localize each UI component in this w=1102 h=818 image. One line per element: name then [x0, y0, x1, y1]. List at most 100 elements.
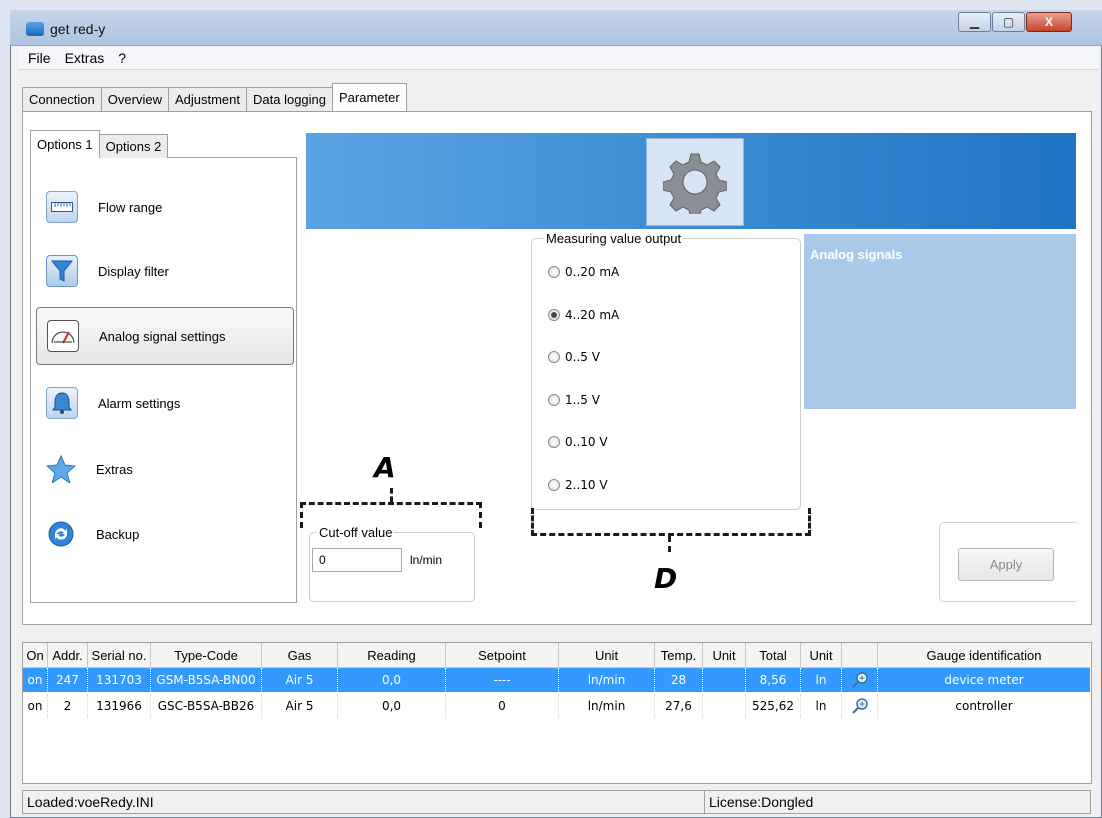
cell-gas: Air 5 — [262, 668, 338, 692]
cell-setpoint: 0 — [446, 694, 559, 718]
annotation-a-label: A — [374, 451, 396, 484]
col-gauge-id[interactable]: Gauge identification — [878, 643, 1090, 667]
cell-unit: ln/min — [559, 668, 655, 692]
cell-temp-unit — [703, 668, 746, 692]
cell-temp: 27,6 — [655, 694, 703, 718]
maximize-button[interactable]: ▢ — [992, 12, 1025, 32]
zoom-in-icon[interactable] — [842, 668, 878, 692]
menu-help[interactable]: ? — [118, 50, 126, 66]
annotation-a-connector — [390, 488, 393, 502]
option-label: Extras — [96, 461, 133, 477]
cell-reading: 0,0 — [338, 668, 446, 692]
zoom-in-icon[interactable] — [842, 694, 878, 718]
radio-button[interactable] — [548, 266, 560, 278]
tab-connection[interactable]: Connection — [22, 87, 102, 111]
tab-options-1[interactable]: Options 1 — [30, 130, 100, 158]
radio-2-10v[interactable]: 2..10 V — [548, 478, 608, 492]
radio-label: 0..20 mA — [565, 265, 620, 279]
col-unit[interactable]: Unit — [559, 643, 655, 667]
cutoff-title: Cut-off value — [317, 525, 395, 540]
measuring-output-title: Measuring value output — [544, 231, 684, 246]
options-tabs: Options 1 Options 2 — [30, 130, 169, 158]
option-extras[interactable]: Extras — [36, 440, 294, 498]
cell-total: 525,62 — [746, 694, 801, 718]
annotation-d-connector — [668, 536, 671, 552]
option-display-filter[interactable]: Display filter — [36, 242, 294, 300]
col-zoom[interactable] — [842, 643, 878, 667]
cell-serial: 131966 — [88, 694, 151, 718]
close-button[interactable]: X — [1026, 12, 1072, 32]
star-icon — [46, 454, 76, 484]
radio-0-5v[interactable]: 0..5 V — [548, 350, 600, 364]
ruler-icon — [46, 191, 78, 223]
col-temp-unit[interactable]: Unit — [703, 643, 746, 667]
tab-adjustment[interactable]: Adjustment — [167, 87, 248, 111]
col-gas[interactable]: Gas — [262, 643, 338, 667]
radio-1-5v[interactable]: 1..5 V — [548, 393, 600, 407]
status-license: License:Dongled — [704, 790, 1091, 814]
option-flow-range[interactable]: Flow range — [36, 178, 294, 236]
tab-parameter[interactable]: Parameter — [332, 83, 407, 111]
radio-button[interactable] — [548, 436, 560, 448]
radio-0-20ma[interactable]: 0..20 mA — [548, 265, 619, 279]
cell-on: on — [23, 668, 48, 692]
cell-setpoint: ---- — [446, 668, 559, 692]
tab-overview[interactable]: Overview — [100, 87, 169, 111]
cell-gauge-id: device meter — [944, 673, 1024, 687]
tab-data-logging[interactable]: Data logging — [246, 87, 334, 111]
cell-temp-unit — [703, 694, 746, 718]
gauge-icon — [47, 320, 79, 352]
cell-gas: Air 5 — [262, 694, 338, 718]
window-controls: ▁ ▢ X — [958, 12, 1073, 32]
bell-icon — [46, 387, 78, 419]
radio-4-20ma[interactable]: 4..20 mA — [548, 308, 619, 322]
minimize-button[interactable]: ▁ — [958, 12, 991, 32]
table-header: On Addr. Serial no. Type-Code Gas Readin… — [23, 643, 1090, 668]
radio-label: 0..5 V — [565, 350, 600, 364]
cell-total: 8,56 — [746, 668, 801, 692]
apply-button[interactable]: Apply — [958, 548, 1054, 581]
option-backup[interactable]: Backup — [36, 505, 294, 563]
col-serial[interactable]: Serial no. — [88, 643, 151, 667]
cell-unit: ln/min — [559, 694, 655, 718]
col-setpoint[interactable]: Setpoint — [446, 643, 559, 667]
cell-addr: 247 — [48, 668, 88, 692]
cell-reading: 0,0 — [338, 694, 446, 718]
cell-addr: 2 — [48, 694, 88, 718]
option-label: Backup — [96, 526, 140, 542]
col-total[interactable]: Total — [746, 643, 801, 667]
option-alarm-settings[interactable]: Alarm settings — [36, 374, 294, 432]
app-icon — [26, 22, 44, 36]
radio-button[interactable] — [548, 351, 560, 363]
col-reading[interactable]: Reading — [338, 643, 446, 667]
radio-button[interactable] — [548, 479, 560, 491]
option-label: Flow range — [98, 199, 163, 215]
gear-icon — [646, 138, 744, 226]
status-bar: Loaded:voeRedy.INI License:Dongled — [22, 790, 1091, 814]
col-addr[interactable]: Addr. — [48, 643, 88, 667]
col-temp[interactable]: Temp. — [655, 643, 703, 667]
option-analog-signal-settings[interactable]: Analog signal settings — [36, 307, 294, 365]
table-row[interactable]: on 247 131703 GSM-B5SA-BN00 Air 5 0,0 --… — [23, 668, 1090, 692]
radio-label: 4..20 mA — [565, 308, 620, 322]
table-row[interactable]: on 2 131966 GSC-B5SA-BB26 Air 5 0,0 0 ln… — [23, 694, 1090, 718]
annotation-d-bracket — [531, 508, 811, 536]
radio-button[interactable] — [548, 394, 560, 406]
radio-button[interactable] — [548, 309, 560, 321]
radio-label: 2..10 V — [565, 478, 608, 492]
col-total-unit[interactable]: Unit — [801, 643, 842, 667]
option-label: Alarm settings — [98, 395, 181, 411]
window-title: get red-y — [50, 21, 106, 37]
cutoff-input[interactable]: 0 — [312, 548, 402, 572]
tab-options-2[interactable]: Options 2 — [98, 134, 169, 158]
option-label: Display filter — [98, 263, 169, 279]
menu-extras[interactable]: Extras — [65, 50, 105, 66]
annotation-d-label: D — [654, 562, 678, 595]
menu-file[interactable]: File — [28, 50, 51, 66]
cell-temp: 28 — [655, 668, 703, 692]
radio-0-10v[interactable]: 0..10 V — [548, 435, 608, 449]
col-on[interactable]: On — [23, 643, 48, 667]
col-type-code[interactable]: Type-Code — [151, 643, 262, 667]
cell-total-unit: ln — [801, 668, 842, 692]
option-label: Analog signal settings — [99, 328, 226, 344]
